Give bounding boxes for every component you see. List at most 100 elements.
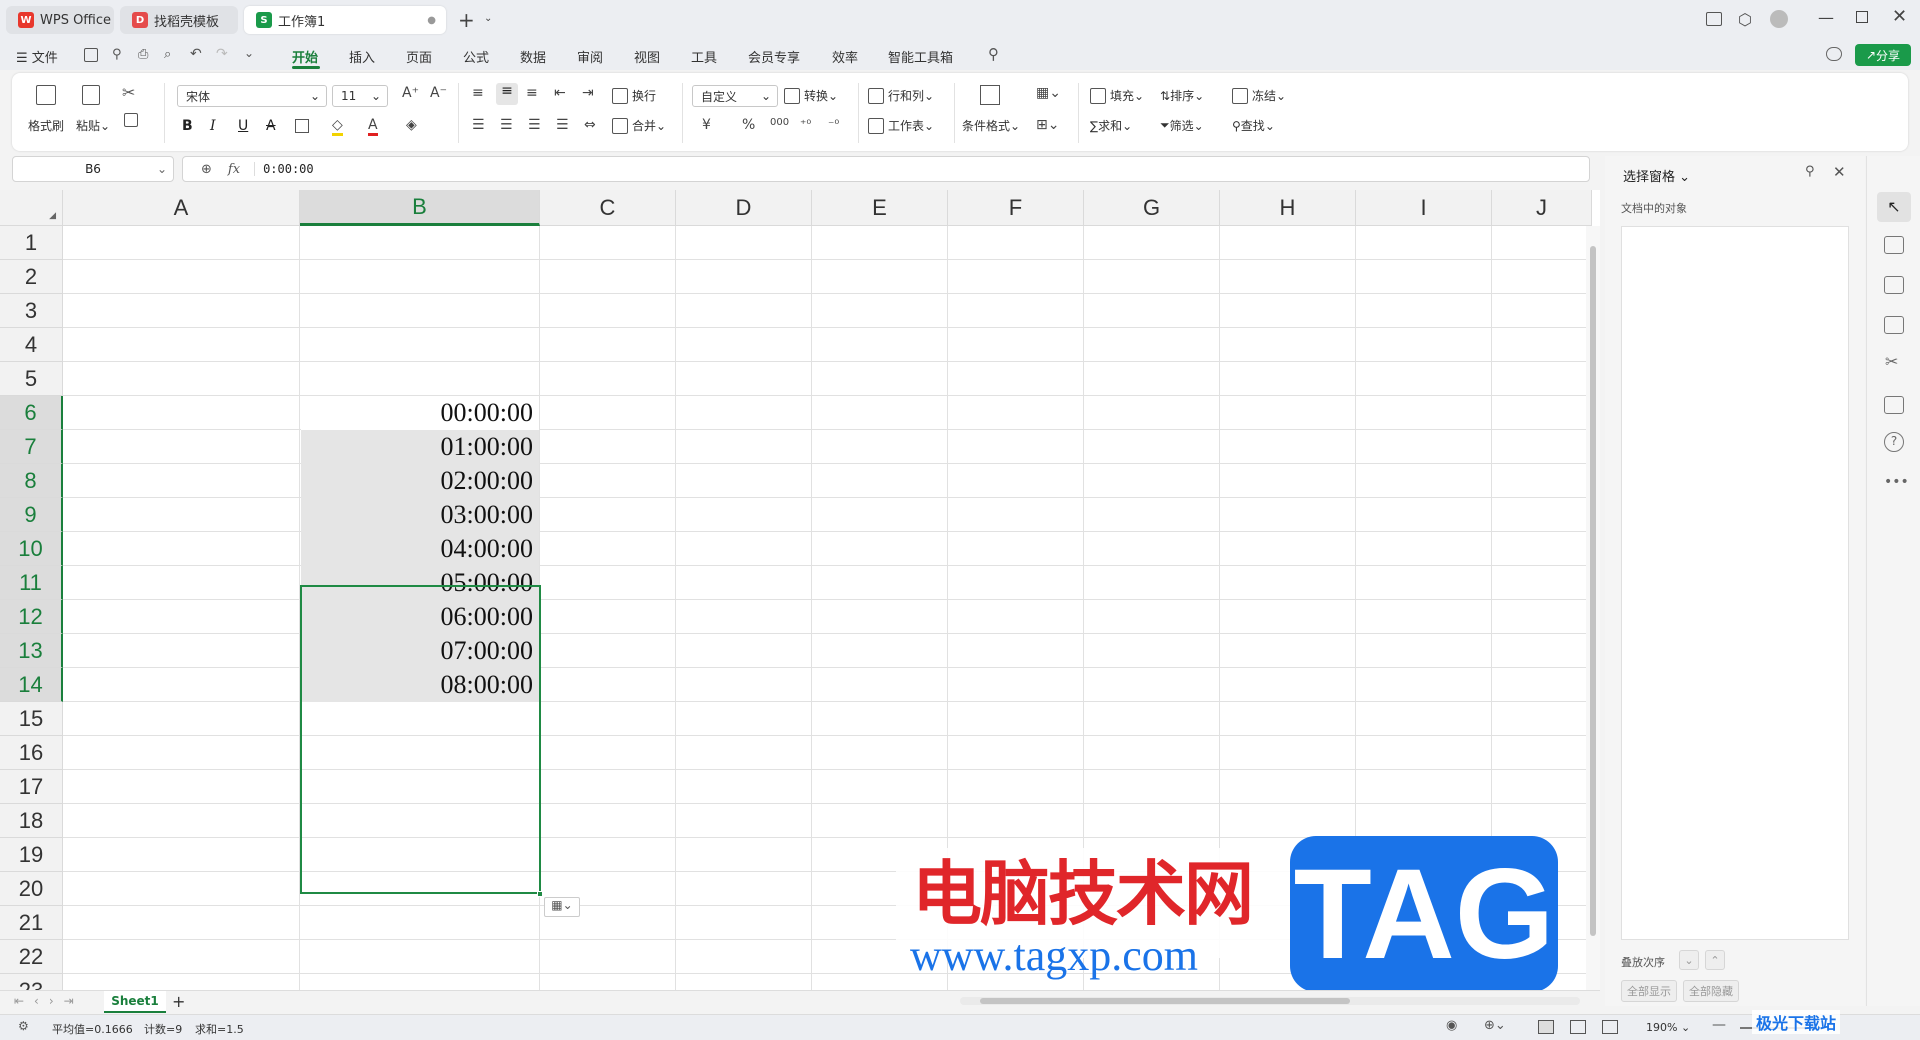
percent-button[interactable]: %: [742, 117, 755, 133]
cut-icon[interactable]: ✂: [122, 83, 135, 102]
row-header[interactable]: 16: [0, 736, 63, 770]
tab-home[interactable]: 开始: [292, 47, 318, 66]
spreadsheet-grid[interactable]: ◢ ABCDEFGHIJ 1 2 3 4 5 6 7 8 9 10 11 12 13 14 15 16 17 18…: [0, 190, 1600, 990]
border-icon[interactable]: [295, 119, 309, 133]
fill-color-icon[interactable]: ◇: [332, 117, 343, 136]
indent-increase-icon[interactable]: ⇥: [582, 85, 594, 101]
row-header[interactable]: 5: [0, 362, 63, 396]
tab-page[interactable]: 页面: [406, 47, 432, 66]
print-preview-icon[interactable]: ⌕: [164, 47, 171, 62]
indent-decrease-icon[interactable]: ⇤: [554, 85, 566, 101]
link-icon[interactable]: ⚲: [112, 47, 122, 62]
align-right-icon[interactable]: ☰: [528, 117, 541, 133]
hide-all-button[interactable]: 全部隐藏: [1683, 980, 1739, 1002]
italic-button[interactable]: I: [210, 118, 216, 134]
tab-view[interactable]: 视图: [634, 47, 660, 66]
decrease-font-icon[interactable]: A⁻: [430, 85, 447, 101]
row-header[interactable]: 13: [0, 634, 63, 668]
row-header[interactable]: 20: [0, 872, 63, 906]
search-icon[interactable]: ⚲: [988, 45, 999, 63]
row-header[interactable]: 15: [0, 702, 63, 736]
tab-workbook[interactable]: S 工作簿1 ●: [244, 6, 446, 34]
sheet-nav-icons[interactable]: ⇤‹›⇥: [14, 994, 84, 1008]
tab-review[interactable]: 审阅: [577, 47, 603, 66]
thousands-button[interactable]: 000: [770, 117, 789, 128]
convert-button[interactable]: 转换 ⌄: [784, 87, 838, 104]
target-icon[interactable]: ⊕⌄: [1484, 1018, 1506, 1033]
format-painter-icon[interactable]: [36, 85, 56, 105]
row-header[interactable]: 11: [0, 566, 63, 600]
close-pane-icon[interactable]: ✕: [1833, 163, 1846, 181]
move-up-icon[interactable]: ⌃: [1705, 950, 1725, 970]
tab-insert[interactable]: 插入: [349, 47, 375, 66]
tab-member[interactable]: 会员专享: [748, 47, 800, 66]
align-top-icon[interactable]: ≡: [472, 85, 484, 101]
add-sheet-button[interactable]: +: [172, 992, 185, 1011]
paste-button[interactable]: 粘贴 ⌄: [76, 117, 110, 134]
column-header-g[interactable]: G: [1084, 190, 1220, 226]
row-header[interactable]: 19: [0, 838, 63, 872]
redo-icon[interactable]: ↷: [216, 46, 228, 62]
print-icon[interactable]: ⎙: [138, 47, 148, 62]
cell-b8[interactable]: 02:00:00: [301, 464, 539, 498]
properties-icon[interactable]: [1884, 236, 1904, 254]
font-name-select[interactable]: 宋体 ⌄: [177, 85, 327, 107]
avatar[interactable]: [1770, 10, 1788, 28]
tab-template[interactable]: D 找稻壳模板: [120, 6, 238, 34]
name-box[interactable]: B6 ⌄: [12, 156, 174, 182]
move-down-icon[interactable]: ⌄: [1679, 950, 1699, 970]
copy-icon[interactable]: [124, 113, 138, 127]
help-icon[interactable]: ?: [1884, 432, 1904, 452]
increase-font-icon[interactable]: A⁺: [402, 85, 419, 101]
row-header[interactable]: 18: [0, 804, 63, 838]
column-header-e[interactable]: E: [812, 190, 948, 226]
conditional-format-button[interactable]: 条件格式 ⌄: [962, 117, 1020, 134]
decimal-decrease-icon[interactable]: ⁻⁰: [828, 117, 839, 131]
font-size-select[interactable]: 11 ⌄: [332, 85, 388, 107]
row-header[interactable]: 7: [0, 430, 63, 464]
cell-b6[interactable]: 00:00:00: [301, 396, 539, 430]
merge-button[interactable]: 合并 ⌄: [612, 117, 666, 134]
pane-title[interactable]: 选择窗格 ⌄: [1623, 166, 1690, 185]
close-tab-icon[interactable]: ●: [427, 15, 436, 26]
select-pane-icon[interactable]: ↖: [1877, 192, 1911, 222]
column-header-f[interactable]: F: [948, 190, 1084, 226]
minimize-icon[interactable]: —: [1818, 8, 1834, 27]
find-button[interactable]: ⚲ 查找 ⌄: [1232, 117, 1275, 134]
share-button[interactable]: ↗ 分享: [1855, 44, 1911, 66]
bold-button[interactable]: B: [182, 118, 193, 134]
maximize-icon[interactable]: [1856, 11, 1868, 23]
row-header[interactable]: 6: [0, 396, 63, 430]
worksheet-button[interactable]: 工作表 ⌄: [868, 117, 934, 134]
filter-button[interactable]: ⏷ 筛选 ⌄: [1160, 117, 1204, 134]
normal-view-icon[interactable]: [1538, 1020, 1554, 1034]
new-tab-icon[interactable]: +: [458, 8, 475, 32]
zoom-level[interactable]: 190% ⌄: [1646, 1021, 1690, 1034]
fx-icon[interactable]: fx: [228, 162, 240, 177]
cube-icon[interactable]: ⬡: [1738, 10, 1752, 29]
decimal-increase-icon[interactable]: ⁺⁰: [800, 117, 811, 131]
number-format-select[interactable]: 自定义 ⌄: [692, 85, 778, 107]
file-menu[interactable]: ☰ 文件: [16, 47, 58, 66]
conditional-format-icon[interactable]: [980, 85, 1000, 105]
book-icon[interactable]: [1884, 396, 1904, 414]
column-header-b[interactable]: B: [300, 190, 540, 226]
cell-b10[interactable]: 04:00:00: [301, 532, 539, 566]
tab-efficiency[interactable]: 效率: [832, 47, 858, 66]
justify-icon[interactable]: ☰: [556, 117, 569, 133]
column-header-h[interactable]: H: [1220, 190, 1356, 226]
align-left-icon[interactable]: ☰: [472, 117, 485, 133]
sort-button[interactable]: ⇅ 排序 ⌄: [1160, 87, 1204, 104]
row-header[interactable]: 3: [0, 294, 63, 328]
currency-button[interactable]: ¥: [702, 117, 711, 133]
row-header[interactable]: 4: [0, 328, 63, 362]
row-header[interactable]: 17: [0, 770, 63, 804]
quick-access-chevron-icon[interactable]: ⌄: [244, 46, 254, 60]
shape-icon[interactable]: ⊞⌄: [1036, 117, 1059, 133]
scroll-thumb[interactable]: [1590, 246, 1596, 936]
column-header-c[interactable]: C: [540, 190, 676, 226]
rows-columns-button[interactable]: 行和列 ⌄: [868, 87, 934, 104]
eye-protect-icon[interactable]: ◉: [1446, 1018, 1457, 1033]
paste-icon[interactable]: [82, 85, 100, 105]
vertical-scrollbar[interactable]: [1586, 226, 1600, 990]
